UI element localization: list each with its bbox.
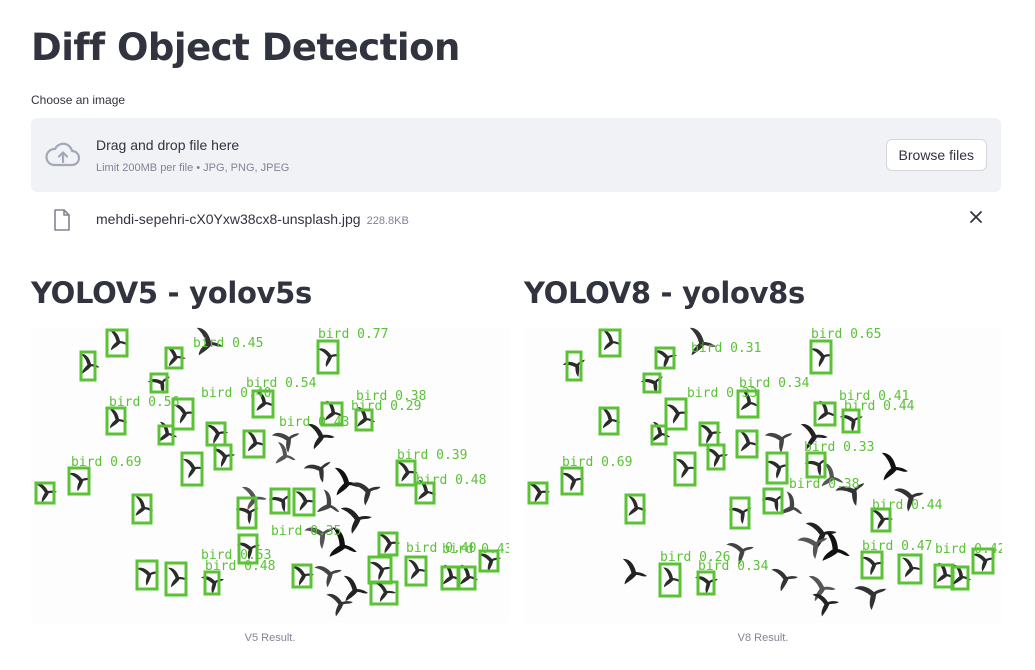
bird-silhouette <box>822 531 850 561</box>
detection-label: bird 0.33 <box>804 440 874 455</box>
detection-label: bird 0.77 <box>318 327 388 342</box>
yolov8-heading: YOLOV8 - yolov8s <box>524 276 806 310</box>
dropzone-instructions: Drag and drop file here <box>96 137 240 153</box>
bird-silhouette <box>622 558 647 585</box>
file-name-text: mehdi-sepehri-cX0Yxw38cx8-unsplash.jpg <box>96 211 361 227</box>
detection-label: bird 0.29 <box>351 399 421 414</box>
detection-label: bird 0.40 <box>201 386 271 401</box>
yolov5-detection-canvas: bird 0.77bird 0.45bird 0.54bird 0.40 bird… <box>34 327 509 617</box>
yolov8-result-image: bird 0.65 bird 0.31 bird 0.34 bird 0.33 bird… <box>524 327 1002 623</box>
bird-silhouette <box>271 432 300 453</box>
bird-silhouette <box>764 432 793 453</box>
uploaded-file-row: mehdi-sepehri-cX0Yxw38cx8-unsplash.jpg 22… <box>31 200 1001 236</box>
file-icon <box>53 209 71 231</box>
bird-silhouette <box>275 442 296 464</box>
yolov8-caption: V8 Result. <box>737 632 789 644</box>
detection-label: bird 0.39 <box>397 448 467 463</box>
detection-label: bird 0.35 <box>271 524 341 539</box>
bird-silhouette <box>881 452 908 481</box>
bird-silhouette <box>340 507 372 534</box>
page-title: Diff Object Detection <box>31 26 460 69</box>
detection-label: bird 0.56 <box>109 395 179 410</box>
remove-file-button[interactable] <box>965 206 987 228</box>
bird-silhouette <box>303 461 331 483</box>
detection-label: bird 0.43 <box>279 415 349 430</box>
yolov5-heading: YOLOV5 - yolov5s <box>31 276 313 310</box>
bird-silhouette <box>728 507 752 524</box>
yolov5-result-image: bird 0.77 bird 0.45 bird 0.54 bird 0.40 bird… <box>31 327 509 623</box>
detection-label: bird 0.48 <box>205 559 275 574</box>
yolov8-detection-canvas: bird 0.65 bird 0.31 bird 0.34 bird 0.33 bird… <box>527 327 1002 617</box>
bird-silhouette <box>369 561 392 581</box>
detection-label: bird 0.33 <box>687 386 757 401</box>
uploader-label: Choose an image <box>31 93 126 107</box>
bird-silhouette <box>854 586 887 611</box>
bird-silhouette <box>771 568 798 592</box>
browse-files-button[interactable]: Browse files <box>885 139 987 171</box>
uploaded-file-name: mehdi-sepehri-cX0Yxw38cx8-unsplash.jpg 22… <box>96 211 409 227</box>
bird-silhouette <box>351 482 381 506</box>
dropzone-limit-text: Limit 200MB per file • JPG, PNG, JPEG <box>96 162 290 174</box>
cloud-upload-icon <box>45 140 81 170</box>
detection-label: bird 0.34 <box>698 559 769 574</box>
bird-silhouette <box>375 582 396 602</box>
detection-label: bird 0.69 <box>562 455 632 470</box>
bird-silhouette <box>314 565 342 588</box>
detection-label: bird 0.38 <box>789 477 859 492</box>
detection-label: bird 0.31 <box>691 341 761 356</box>
detection-label: bird 0.42 <box>935 542 1002 557</box>
file-size: 228.8KB <box>366 215 409 227</box>
bird-silhouette <box>80 353 100 374</box>
yolov5-caption: V5 Result. <box>244 632 296 644</box>
close-icon <box>970 211 982 223</box>
file-dropzone[interactable]: Drag and drop file here Limit 200MB per … <box>31 118 1001 192</box>
detection-label: bird 0.43 <box>442 542 509 557</box>
detection-label: bird 0.47 <box>862 539 932 554</box>
detection-label: bird 0.44 <box>844 399 915 414</box>
detection-label: bird 0.69 <box>71 455 141 470</box>
detection-label: bird 0.45 <box>193 336 263 351</box>
detection-label: bird 0.65 <box>811 327 881 342</box>
detection-label: bird 0.44 <box>872 498 943 513</box>
detection-label: bird 0.48 <box>416 473 486 488</box>
